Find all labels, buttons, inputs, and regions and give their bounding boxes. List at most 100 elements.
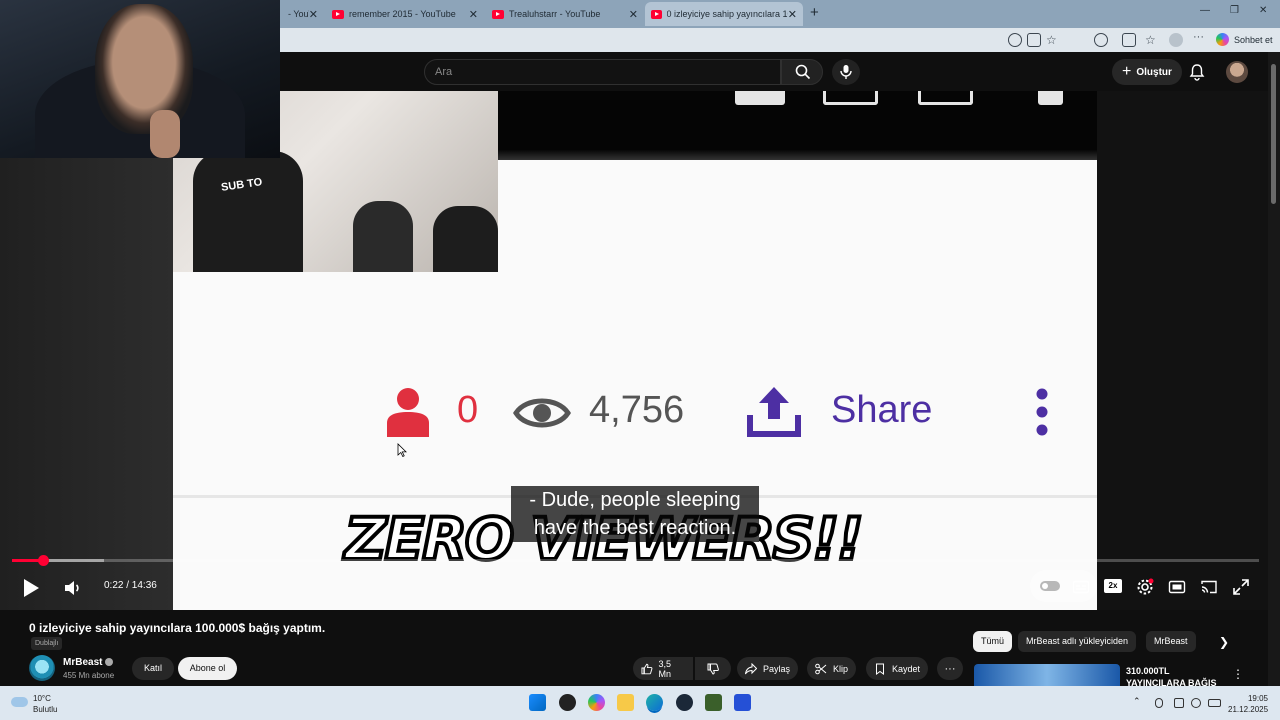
recommended-title[interactable]: 310.000TL YAYINCILARA BAĞIŞ	[1126, 665, 1221, 686]
maximize-icon[interactable]: ❐	[1230, 5, 1239, 16]
frame-blur-shape	[1038, 91, 1063, 105]
fullscreen-icon[interactable]	[1232, 578, 1250, 596]
close-window-icon[interactable]: ✕	[1259, 5, 1267, 16]
theater-mode-icon[interactable]	[1168, 578, 1186, 596]
settings-gear-icon[interactable]	[1136, 578, 1154, 596]
display-tray-icon[interactable]	[1174, 698, 1184, 708]
volume-icon[interactable]	[62, 578, 82, 598]
more-actions-button[interactable]: ···	[937, 657, 963, 680]
like-button[interactable]: 3,5 Mn	[633, 657, 693, 680]
search-icon	[795, 64, 811, 80]
windows-start-icon[interactable]	[529, 694, 546, 711]
close-tab-icon[interactable]: ✕	[469, 8, 478, 21]
taskbar-app-icon[interactable]	[559, 694, 576, 711]
webcam-overlay	[0, 0, 280, 158]
subscriber-count: 455 Mn abone	[63, 671, 115, 680]
search-input[interactable]: Ara	[424, 59, 781, 85]
os-taskbar: 10°C Bulutlu ⌃ 19:05 21.12.2025	[0, 686, 1280, 720]
webcam-person-hand	[150, 110, 180, 158]
caption-line-1: - Dude, people sleeping	[529, 489, 741, 511]
bookmark-icon	[876, 663, 884, 675]
share-label: Share	[831, 389, 933, 431]
subtitles-icon[interactable]	[1072, 578, 1090, 596]
chip-all[interactable]: Tümü	[973, 631, 1013, 652]
favorites-icon[interactable]: ☆	[1145, 33, 1159, 47]
minimize-icon[interactable]: —	[1200, 5, 1210, 16]
dislike-button[interactable]	[695, 657, 731, 680]
verified-icon	[105, 658, 114, 667]
progress-bar[interactable]	[12, 555, 1259, 566]
voice-search-button[interactable]	[832, 59, 860, 85]
channel-name[interactable]: MrBeast	[63, 657, 114, 668]
volume-tray-icon[interactable]	[1191, 698, 1201, 708]
viewer-count: 0	[457, 389, 479, 431]
search-button[interactable]	[781, 59, 823, 85]
clip-button[interactable]: Klip	[807, 657, 857, 680]
clock-date: 21.12.2025	[1228, 705, 1269, 714]
inset-person	[193, 151, 303, 272]
weather-widget[interactable]: 10°C Bulutlu	[33, 693, 57, 715]
create-button[interactable]: + Oluştur	[1112, 59, 1182, 85]
app-icon[interactable]	[1027, 33, 1041, 47]
chevron-right-icon[interactable]: ❯	[1219, 635, 1229, 649]
autoplay-toggle[interactable]	[1040, 581, 1060, 591]
profile-icon[interactable]	[1169, 33, 1183, 47]
like-count: 3,5 Mn	[658, 658, 672, 679]
create-label: Oluştur	[1136, 66, 1172, 78]
notifications-bell-icon[interactable]	[1188, 63, 1206, 81]
microphone-tray-icon[interactable]	[1155, 698, 1163, 708]
battery-tray-icon[interactable]	[1208, 699, 1221, 707]
tab-label: remember 2015 - YouTube	[349, 9, 456, 19]
weather-cloud-icon[interactable]	[11, 697, 28, 707]
tab-remember-2015[interactable]: remember 2015 - YouTube ✕	[326, 2, 484, 26]
cast-icon[interactable]	[1200, 578, 1218, 596]
channel-avatar[interactable]	[29, 655, 55, 681]
chip-mrbeast[interactable]: MrBeast	[1146, 631, 1196, 652]
steam-icon[interactable]	[676, 694, 693, 711]
save-button[interactable]: Kaydet	[866, 657, 929, 680]
close-tab-icon[interactable]: ✕	[788, 8, 797, 21]
join-button[interactable]: Katıl	[132, 657, 174, 680]
account-avatar[interactable]	[1226, 61, 1248, 83]
minecraft-icon[interactable]	[705, 694, 722, 711]
microphone-icon	[840, 65, 852, 79]
chip-from-uploader[interactable]: MrBeast adlı yükleyiciden	[1018, 631, 1137, 652]
player-left-blur	[0, 91, 173, 610]
video-player[interactable]: SUB TO 0 4,756 Share ZERO - Dude, people…	[0, 91, 1268, 610]
page-scrollbar[interactable]	[1268, 52, 1280, 686]
clip-label: Klip	[833, 663, 849, 674]
copilot-taskbar-icon[interactable]	[588, 694, 605, 711]
taskbar-clock[interactable]: 19:05 21.12.2025	[1228, 693, 1268, 715]
copilot-button[interactable]: Sohbet et	[1216, 33, 1273, 46]
more-vertical-icon[interactable]: ⋮	[1232, 667, 1244, 681]
extensions-icon[interactable]	[1094, 33, 1108, 47]
tab-youtube-1[interactable]: - YouTube ✕	[282, 2, 324, 26]
youtube-favicon-icon	[651, 9, 662, 19]
channel-name-text[interactable]: MrBeast	[63, 657, 102, 668]
close-tab-icon[interactable]: ✕	[309, 8, 318, 21]
tab-active-video[interactable]: 0 izleyiciye sahip yayıncılara 100.0 ✕	[645, 2, 803, 26]
more-horizontal-icon: ···	[944, 662, 956, 675]
recommended-thumbnail[interactable]	[974, 664, 1120, 686]
taskbar-app-icon[interactable]	[734, 694, 751, 711]
scrollbar-thumb[interactable]	[1271, 64, 1276, 204]
edge-browser-icon[interactable]	[646, 694, 663, 711]
subscribe-button[interactable]: Abone ol	[178, 657, 237, 680]
play-icon[interactable]	[20, 577, 42, 599]
tab-trealuhstarr[interactable]: Trealuhstarr - YouTube ✕	[486, 2, 644, 26]
thumbs-up-icon	[641, 663, 653, 674]
reader-icon[interactable]	[1008, 33, 1022, 47]
file-explorer-icon[interactable]	[617, 694, 634, 711]
close-tab-icon[interactable]: ✕	[629, 8, 638, 21]
new-tab-icon[interactable]: +	[810, 4, 819, 21]
share-button[interactable]: Paylaş	[737, 657, 799, 680]
playback-speed-badge[interactable]: 2x	[1104, 579, 1122, 593]
tab-label: - YouTube	[288, 9, 309, 19]
browser-essentials-icon[interactable]	[1122, 33, 1136, 47]
youtube-favicon-icon	[492, 9, 504, 19]
favorite-star-icon[interactable]: ☆	[1046, 33, 1060, 47]
tray-chevron-up-icon[interactable]: ⌃	[1133, 696, 1141, 707]
more-menu-icon[interactable]: ···	[1193, 31, 1207, 45]
time-display: 0:22 / 14:36	[104, 580, 157, 591]
player-right-blur	[1097, 91, 1268, 610]
